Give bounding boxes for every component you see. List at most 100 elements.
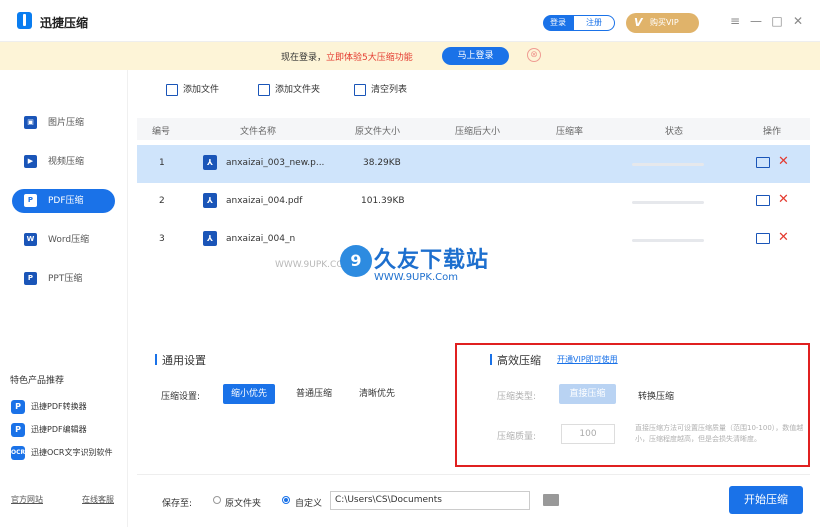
header-compressed-size: 压缩后大小 bbox=[455, 127, 501, 137]
start-compress-button[interactable]: 开始压缩 bbox=[729, 486, 803, 514]
sidebar-item-label: PDF压缩 bbox=[48, 196, 84, 206]
menu-icon[interactable]: ≡ bbox=[726, 12, 744, 30]
table-row[interactable]: 1 ⅄ anxaizai_003_new.p... 38.29KB ✕ bbox=[137, 145, 810, 183]
promo-close-icon[interactable]: ⊗ bbox=[527, 48, 541, 62]
header-index: 编号 bbox=[152, 127, 171, 137]
pdf-file-icon: ⅄ bbox=[203, 193, 217, 208]
watermark-title: 久友下载站 bbox=[374, 248, 490, 273]
option-normal[interactable]: 普通压缩 bbox=[288, 384, 340, 404]
sidebar-item-label: PPT压缩 bbox=[48, 274, 83, 284]
browse-folder-icon[interactable] bbox=[543, 494, 559, 506]
row-index: 3 bbox=[159, 234, 165, 244]
delete-icon[interactable]: ✕ bbox=[778, 230, 789, 246]
quality-input[interactable]: 100 bbox=[561, 424, 615, 444]
image-icon: ▣ bbox=[24, 116, 37, 129]
pdf-editor-icon: P bbox=[11, 423, 25, 437]
promo-text-highlight: 立即体验5大压缩功能 bbox=[326, 53, 413, 63]
radio-original-folder[interactable] bbox=[213, 496, 221, 504]
quality-note: 直接压缩方法可设置压缩质量（范围10-100），数值越小，压缩程度越高，但是会损… bbox=[635, 424, 804, 443]
header-ratio: 压缩率 bbox=[556, 127, 584, 137]
app-logo-icon bbox=[17, 12, 32, 29]
row-index: 2 bbox=[159, 196, 165, 206]
header-filename: 文件名称 bbox=[240, 127, 277, 137]
promo-text-prefix: 现在登录， bbox=[281, 53, 327, 63]
radio-custom[interactable] bbox=[282, 496, 290, 504]
buy-vip-button[interactable]: V 购买VIP bbox=[626, 13, 699, 33]
option-clear-first[interactable]: 清晰优先 bbox=[351, 384, 403, 404]
ocr-icon: OCR bbox=[11, 446, 25, 460]
open-folder-icon[interactable] bbox=[756, 233, 770, 244]
save-path-input[interactable]: C:\Users\CS\Documents bbox=[330, 491, 530, 510]
row-status-bar bbox=[632, 201, 704, 204]
feature-pdf-converter[interactable]: P 迅捷PDF转换器 bbox=[11, 400, 87, 414]
add-file-button[interactable]: 添加文件 bbox=[166, 83, 219, 97]
table-row[interactable]: 2 ⅄ anxaizai_004.pdf 101.39KB ✕ bbox=[137, 183, 810, 221]
pdf-converter-icon: P bbox=[11, 400, 25, 414]
buy-vip-label: 购买VIP bbox=[650, 18, 679, 27]
delete-icon[interactable]: ✕ bbox=[778, 192, 789, 208]
compress-type-label: 压缩类型: bbox=[497, 392, 537, 402]
add-folder-button[interactable]: 添加文件夹 bbox=[258, 83, 320, 97]
open-vip-link[interactable]: 开通VIP即可使用 bbox=[557, 354, 618, 365]
feature-pdf-editor[interactable]: P 迅捷PDF编辑器 bbox=[11, 423, 87, 437]
maximize-icon[interactable]: □ bbox=[768, 12, 786, 30]
sidebar-item-video[interactable]: ▶ 视频压缩 bbox=[12, 150, 115, 174]
sidebar-item-ppt[interactable]: P PPT压缩 bbox=[12, 267, 115, 291]
official-site-link[interactable]: 官方网站 bbox=[11, 494, 43, 505]
trash-icon bbox=[354, 84, 366, 96]
close-icon[interactable]: ✕ bbox=[789, 12, 807, 30]
promo-login-button[interactable]: 马上登录 bbox=[442, 47, 509, 65]
divider bbox=[137, 474, 810, 475]
title-bar: 迅捷压缩 登录 注册 V 购买VIP ≡ — □ ✕ bbox=[0, 0, 820, 42]
header-status: 状态 bbox=[665, 127, 684, 137]
custom-label: 自定义 bbox=[295, 499, 323, 509]
header-original-size: 原文件大小 bbox=[355, 127, 401, 137]
sidebar-item-pdf[interactable]: P PDF压缩 bbox=[12, 189, 115, 213]
row-filename: anxaizai_004_n bbox=[226, 234, 296, 244]
open-folder-icon[interactable] bbox=[756, 157, 770, 168]
row-filename: anxaizai_003_new.p... bbox=[226, 158, 325, 168]
header-actions: 操作 bbox=[763, 127, 782, 137]
sidebar-item-label: 视频压缩 bbox=[48, 157, 85, 167]
minimize-icon[interactable]: — bbox=[747, 12, 765, 30]
row-status-bar bbox=[632, 163, 704, 166]
direct-compress-button[interactable]: 直接压缩 bbox=[559, 384, 616, 404]
app-name: 迅捷压缩 bbox=[40, 16, 89, 30]
sidebar: ▣ 图片压缩 ▶ 视频压缩 P PDF压缩 W Word压缩 P PPT压缩 特… bbox=[0, 70, 128, 527]
word-icon: W bbox=[24, 233, 37, 246]
sidebar-item-word[interactable]: W Word压缩 bbox=[12, 228, 115, 252]
option-small-first[interactable]: 缩小优先 bbox=[223, 384, 276, 404]
login-button[interactable]: 登录 bbox=[543, 15, 573, 31]
row-size: 101.39KB bbox=[361, 196, 405, 206]
open-folder-icon[interactable] bbox=[756, 195, 770, 206]
promo-bar: 现在登录，立即体验5大压缩功能 马上登录 ⊗ bbox=[0, 42, 820, 70]
pdf-file-icon: ⅄ bbox=[203, 231, 217, 246]
register-button[interactable]: 注册 bbox=[573, 15, 615, 31]
clear-list-label: 清空列表 bbox=[371, 85, 408, 95]
watermark-url: WWW.9UPK.Com bbox=[374, 272, 458, 283]
ppt-icon: P bbox=[24, 272, 37, 285]
table-header: 编号 文件名称 原文件大小 压缩后大小 压缩率 状态 操作 bbox=[137, 118, 810, 140]
feature-label: 迅捷OCR文字识别软件 bbox=[31, 448, 113, 457]
online-support-link[interactable]: 在线客服 bbox=[82, 494, 114, 505]
compress-setting-label: 压缩设置: bbox=[161, 392, 201, 402]
general-settings-title: 通用设置 bbox=[155, 352, 206, 368]
clear-list-button[interactable]: 清空列表 bbox=[354, 83, 407, 97]
delete-icon[interactable]: ✕ bbox=[778, 154, 789, 170]
row-status-bar bbox=[632, 239, 704, 242]
feature-title: 特色产品推荐 bbox=[10, 376, 65, 386]
save-to-label: 保存至: bbox=[162, 499, 193, 509]
vip-icon: V bbox=[634, 16, 643, 29]
add-file-label: 添加文件 bbox=[183, 85, 220, 95]
sidebar-item-label: Word压缩 bbox=[48, 235, 90, 245]
watermark-logo-icon: 9 bbox=[340, 245, 372, 277]
sidebar-item-image[interactable]: ▣ 图片压缩 bbox=[12, 111, 115, 135]
video-icon: ▶ bbox=[24, 155, 37, 168]
feature-ocr[interactable]: OCR 迅捷OCR文字识别软件 bbox=[11, 446, 112, 460]
feature-label: 迅捷PDF转换器 bbox=[31, 402, 87, 411]
quality-label: 压缩质量: bbox=[497, 432, 537, 442]
add-folder-label: 添加文件夹 bbox=[275, 85, 321, 95]
convert-compress-button[interactable]: 转换压缩 bbox=[638, 389, 674, 402]
sidebar-item-label: 图片压缩 bbox=[48, 118, 85, 128]
feature-label: 迅捷PDF编辑器 bbox=[31, 425, 87, 434]
